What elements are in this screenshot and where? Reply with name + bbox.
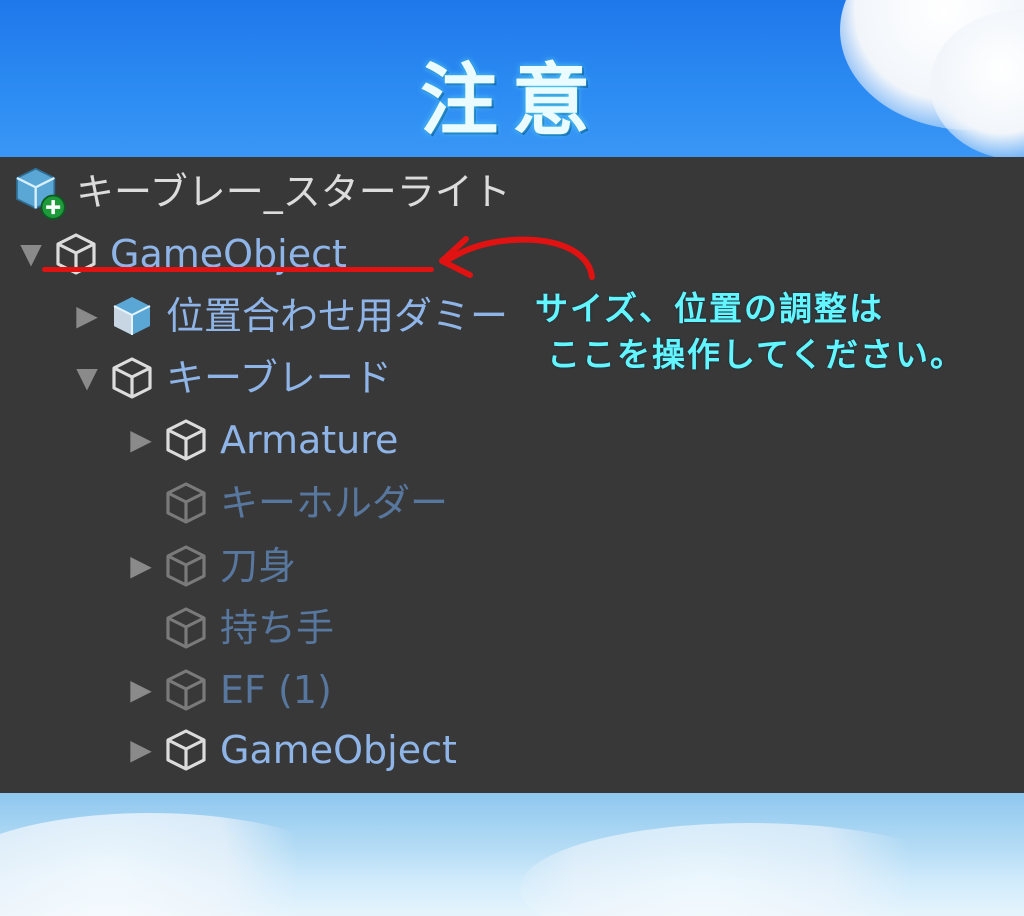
item-label: 位置合わせ用ダミー xyxy=(166,294,509,338)
item-label: 持ち手 xyxy=(220,606,335,650)
item-label: Armature xyxy=(220,418,399,462)
prefab-cube-icon xyxy=(113,297,151,335)
item-label: キーホルダー xyxy=(220,481,449,525)
gameobject-cube-icon xyxy=(166,545,206,587)
item-label: キーブレード xyxy=(166,356,392,400)
gameobject-cube-icon xyxy=(112,357,152,399)
hierarchy-row[interactable]: ▶ キーホルダー xyxy=(126,474,448,532)
sky-background-bottom xyxy=(0,793,1024,916)
hierarchy-root-row[interactable]: キーブレー_スターライト xyxy=(10,163,511,221)
cloud xyxy=(0,813,360,916)
hierarchy-row[interactable]: ▶ Armature xyxy=(126,411,398,469)
collapse-arrow-icon[interactable]: ▶ xyxy=(126,736,156,764)
page-title: 注意 xyxy=(419,55,604,146)
prefab-add-icon xyxy=(16,167,66,220)
annotation-arrow-icon xyxy=(439,236,595,280)
annotation-note: サイズ、位置の調整は ここを操作してください。 xyxy=(535,286,965,378)
collapse-arrow-icon[interactable]: ▶ xyxy=(126,426,156,454)
hierarchy-row[interactable]: ▼ GameObject xyxy=(16,225,347,283)
gameobject-cube-icon xyxy=(166,482,206,524)
hierarchy-row[interactable]: ▼ キーブレード xyxy=(72,349,392,407)
item-label: EF (1) xyxy=(220,668,332,712)
collapse-arrow-icon[interactable]: ▶ xyxy=(126,552,156,580)
hierarchy-row[interactable]: ▶ 持ち手 xyxy=(126,599,334,657)
hierarchy-row[interactable]: ▶ 位置合わせ用ダミー xyxy=(72,287,508,345)
annotation-line-1: サイズ、位置の調整は xyxy=(535,289,885,328)
gameobject-cube-icon xyxy=(166,669,206,711)
item-label: GameObject xyxy=(220,728,457,772)
expand-arrow-icon[interactable]: ▼ xyxy=(16,240,46,268)
gameobject-cube-icon xyxy=(166,607,206,649)
cloud xyxy=(520,823,980,916)
hierarchy-row[interactable]: ▶ 刀身 xyxy=(126,537,296,595)
annotation-underline xyxy=(42,267,434,272)
collapse-arrow-icon[interactable]: ▶ xyxy=(126,676,156,704)
hierarchy-row[interactable]: ▶ EF (1) xyxy=(126,661,332,719)
collapse-arrow-icon[interactable]: ▶ xyxy=(72,302,102,330)
root-label: キーブレー_スターライト xyxy=(76,170,511,214)
gameobject-cube-icon xyxy=(166,729,206,771)
annotation-line-2: ここを操作してください。 xyxy=(547,335,966,374)
hierarchy-row[interactable]: ▶ GameObject xyxy=(126,721,457,779)
expand-arrow-icon[interactable]: ▼ xyxy=(72,364,102,392)
gameobject-cube-icon xyxy=(166,419,206,461)
item-label: 刀身 xyxy=(220,544,297,588)
